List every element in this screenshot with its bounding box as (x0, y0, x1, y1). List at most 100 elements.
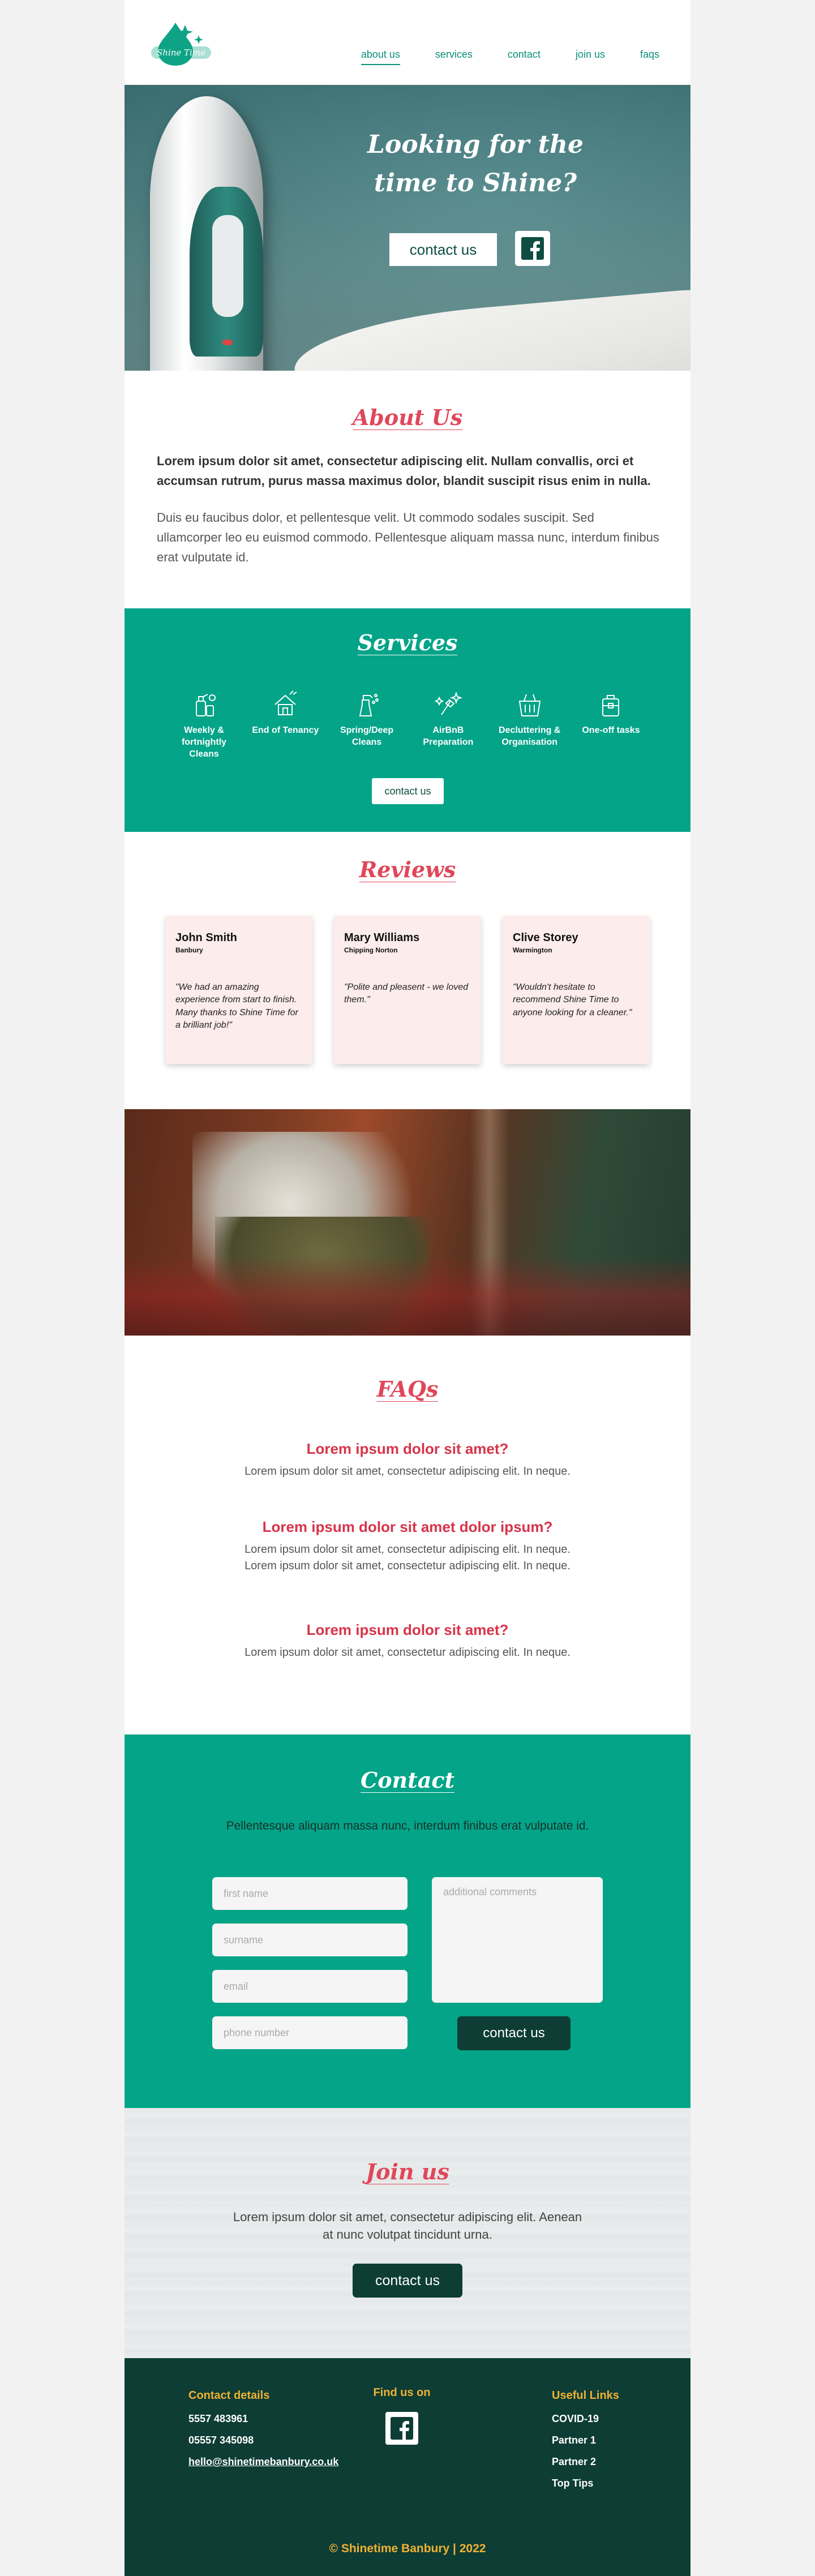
service-label: AirBnB Preparation (423, 725, 474, 747)
reviewer-location: Warmington (513, 946, 552, 954)
footer-links-heading: Useful Links (552, 2389, 619, 2402)
footer-find-heading: Find us on (373, 2386, 431, 2399)
about-section: About Us Lorem ipsum dolor sit amet, con… (125, 371, 690, 608)
services-list: Weekly & fortnightly Cleans End of Tenan… (169, 689, 646, 760)
toolbox-icon (595, 689, 627, 720)
footer-useful-links: Useful Links COVID-19 Partner 1 Partner … (552, 2389, 619, 2488)
review-card: John Smith Banbury "We had an amazing ex… (165, 916, 312, 1064)
faq-item: Lorem ipsum dolor sit amet dolor ipsum? … (238, 1518, 577, 1574)
faq-item: Lorem ipsum dolor sit amet? Lorem ipsum … (238, 1440, 577, 1480)
site-header: Shine Time about us services contact joi… (125, 0, 690, 85)
footer-link-covid[interactable]: COVID-19 (552, 2414, 619, 2424)
facebook-icon (391, 2417, 413, 2440)
phone-number-field[interactable]: phone number (212, 2016, 408, 2049)
email-field[interactable]: email (212, 1970, 408, 2003)
nav-contact[interactable]: contact (508, 49, 541, 65)
main-nav: about us services contact join us faqs (361, 49, 659, 65)
service-item-one-off: One-off tasks (576, 689, 646, 760)
review-card: Clive Storey Warmington "Wouldn't hesita… (503, 916, 650, 1064)
review-card: Mary Williams Chipping Norton "Polite an… (334, 916, 481, 1064)
services-section: Services Weekly & fortnightly Cleans End… (125, 608, 690, 832)
footer-find-us: Find us on (340, 2386, 464, 2445)
join-text: Lorem ipsum dolor sit amet, consectetur … (233, 2210, 582, 2242)
reviewer-location: Chipping Norton (344, 946, 398, 954)
hero-iron-image (150, 96, 263, 371)
iron-light (222, 340, 233, 345)
footer-link-partner-2[interactable]: Partner 2 (552, 2457, 619, 2467)
spray-bottle-icon (351, 689, 383, 720)
footer-phone-1[interactable]: 5557 483961 (188, 2414, 338, 2424)
about-body-text: Duis eu faucibus dolor, et pellentesque … (157, 510, 659, 565)
join-us-section: Join us Lorem ipsum dolor sit amet, cons… (125, 2108, 690, 2358)
additional-comments-field[interactable]: additional comments (432, 1877, 603, 2003)
nav-join-us[interactable]: join us (576, 49, 605, 65)
contact-subtitle: Pellentesque aliquam massa nunc, interdu… (226, 1819, 589, 1832)
contact-section: Contact Pellentesque aliquam massa nunc,… (125, 1734, 690, 2108)
service-item-weekly: Weekly & fortnightly Cleans (169, 689, 239, 760)
footer-facebook-link[interactable] (385, 2412, 418, 2445)
service-label: Spring/Deep Cleans (340, 725, 394, 747)
hero-banner: Looking for the time to Shine? contact u… (125, 85, 690, 371)
services-contact-button[interactable]: contact us (372, 778, 444, 804)
faq-question: Lorem ipsum dolor sit amet? (306, 1440, 509, 1457)
nav-about-us[interactable]: about us (361, 49, 400, 65)
hero-contact-button[interactable]: contact us (389, 233, 497, 266)
faq-answer: Lorem ipsum dolor sit amet, consectetur … (244, 1465, 570, 1478)
hero-heading: Looking for the time to Shine? (367, 130, 584, 198)
photo-chairs (125, 1256, 690, 1336)
faqs-section: FAQs Lorem ipsum dolor sit amet? Lorem i… (125, 1336, 690, 1734)
footer-link-partner-1[interactable]: Partner 1 (552, 2435, 619, 2445)
faq-question: Lorem ipsum dolor sit amet? (306, 1621, 509, 1638)
hero-facebook-link[interactable] (515, 231, 550, 266)
service-label: End of Tenancy (252, 725, 319, 735)
house-cleaning-icon (269, 689, 301, 720)
service-item-end-of-tenancy: End of Tenancy (250, 689, 321, 760)
nav-faqs[interactable]: faqs (640, 49, 659, 65)
join-contact-button[interactable]: contact us (353, 2264, 462, 2298)
reviews-title: Reviews (359, 857, 456, 882)
service-item-airbnb: AirBnB Preparation (413, 689, 483, 760)
copyright-text: © Shinetime Banbury | 2022 (329, 2542, 486, 2555)
footer-contact-details: Contact details 5557 483961 05557 345098… (188, 2389, 338, 2467)
contact-submit-button[interactable]: contact us (457, 2016, 570, 2050)
about-lead-text: Lorem ipsum dolor sit amet, consectetur … (157, 454, 651, 488)
logo-drop-icon: Shine Time (151, 23, 211, 66)
surname-field[interactable]: surname (212, 1924, 408, 1956)
faqs-title: FAQs (376, 1376, 439, 1402)
facebook-icon (521, 237, 544, 260)
cleaning-supplies-icon (188, 689, 220, 720)
footer-email-link[interactable]: hello@shinetimebanbury.co.uk (188, 2457, 338, 2467)
nav-services[interactable]: services (435, 49, 473, 65)
page: Shine Time about us services contact joi… (125, 0, 690, 2576)
shine-time-logo[interactable]: Shine Time (150, 18, 212, 69)
footer-contact-heading: Contact details (188, 2389, 270, 2402)
review-quote: "Polite and pleasent - we loved them." (344, 982, 469, 1005)
services-title: Services (357, 630, 458, 655)
join-title: Join us (366, 2159, 449, 2184)
site-footer: Contact details 5557 483961 05557 345098… (125, 2358, 690, 2576)
faq-item: Lorem ipsum dolor sit amet? Lorem ipsum … (238, 1621, 577, 1661)
first-name-field[interactable]: first name (212, 1877, 408, 1910)
faq-question: Lorem ipsum dolor sit amet dolor ipsum? (262, 1518, 553, 1535)
reviewer-name: John Smith (175, 931, 237, 944)
faq-answer: Lorem ipsum dolor sit amet, consectetur … (244, 1543, 570, 1572)
reviewer-name: Mary Williams (344, 931, 420, 944)
footer-phone-2[interactable]: 05557 345098 (188, 2435, 338, 2445)
iron-dial (212, 215, 243, 317)
faq-answer: Lorem ipsum dolor sit amet, consectetur … (244, 1646, 570, 1659)
storage-basket-icon (514, 689, 546, 720)
cleaner-photo (125, 1109, 690, 1336)
sparkle-brush-icon (432, 689, 464, 720)
reviews-section: Reviews John Smith Banbury "We had an am… (125, 832, 690, 1109)
review-quote: "Wouldn't hesitate to recommend Shine Ti… (513, 982, 632, 1017)
service-label: Weekly & fortnightly Cleans (181, 725, 227, 759)
reviewer-name: Clive Storey (513, 931, 578, 944)
svg-text:Shine Time: Shine Time (157, 48, 205, 58)
about-title: About Us (352, 405, 463, 430)
service-label: One-off tasks (582, 725, 640, 735)
footer-link-top-tips[interactable]: Top Tips (552, 2478, 619, 2488)
service-item-deep-clean: Spring/Deep Cleans (332, 689, 402, 760)
service-item-declutter: Decluttering & Organisation (494, 689, 565, 760)
review-quote: "We had an amazing experience from start… (175, 982, 298, 1031)
contact-title: Contact (360, 1767, 455, 1793)
